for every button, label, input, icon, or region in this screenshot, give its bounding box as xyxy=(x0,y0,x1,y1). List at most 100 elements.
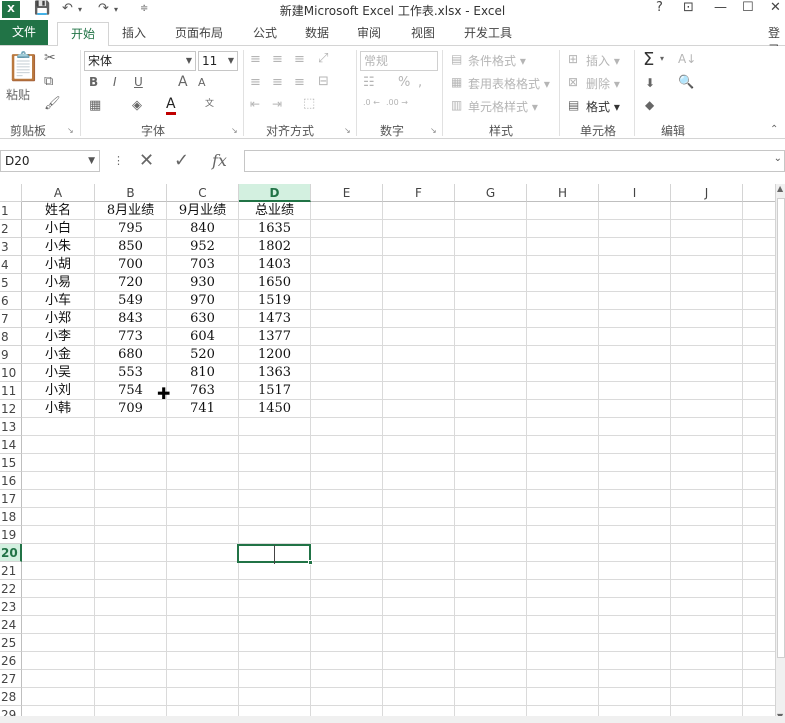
cell-j3[interactable] xyxy=(671,238,743,256)
cell-j14[interactable] xyxy=(671,436,743,454)
cell-g26[interactable] xyxy=(455,652,527,670)
tab-data[interactable]: 数据 xyxy=(305,24,329,41)
name-box[interactable]: D20 ▼ xyxy=(0,150,100,172)
tab-home[interactable]: 开始 xyxy=(57,22,109,47)
cell-a24[interactable] xyxy=(22,616,95,634)
cell-d19[interactable] xyxy=(239,526,311,544)
cell-h14[interactable] xyxy=(527,436,599,454)
cell-c4[interactable]: 703 xyxy=(167,256,239,274)
cell-h18[interactable] xyxy=(527,508,599,526)
cell-b2[interactable]: 795 xyxy=(95,220,167,238)
cell-c13[interactable] xyxy=(167,418,239,436)
cell-g9[interactable] xyxy=(455,346,527,364)
cell-b28[interactable] xyxy=(95,688,167,706)
row-header-13[interactable]: 13 xyxy=(0,418,22,436)
cell-h7[interactable] xyxy=(527,310,599,328)
close-button[interactable]: ✕ xyxy=(770,0,781,15)
cell-d25[interactable] xyxy=(239,634,311,652)
cell-e25[interactable] xyxy=(311,634,383,652)
cell-f5[interactable] xyxy=(383,274,455,292)
cell-a10[interactable]: 小吴 xyxy=(22,364,95,382)
cell-i13[interactable] xyxy=(599,418,671,436)
column-header-e[interactable]: E xyxy=(311,184,383,202)
row-header-10[interactable]: 10 xyxy=(0,364,22,382)
cell-f26[interactable] xyxy=(383,652,455,670)
cell-f2[interactable] xyxy=(383,220,455,238)
scroll-up-icon[interactable]: ▲ xyxy=(777,184,783,193)
cell-i2[interactable] xyxy=(599,220,671,238)
cell-c28[interactable] xyxy=(167,688,239,706)
cell-g12[interactable] xyxy=(455,400,527,418)
cell-e18[interactable] xyxy=(311,508,383,526)
row-header-9[interactable]: 9 xyxy=(0,346,22,364)
cell-h13[interactable] xyxy=(527,418,599,436)
align-center-icon[interactable]: ≡ xyxy=(272,75,283,90)
bold-button[interactable]: B xyxy=(89,75,98,89)
cell-f24[interactable] xyxy=(383,616,455,634)
cell-e21[interactable] xyxy=(311,562,383,580)
cell-d26[interactable] xyxy=(239,652,311,670)
clear-icon[interactable]: ◆ xyxy=(645,98,654,112)
row-header-27[interactable]: 27 xyxy=(0,670,22,688)
maximize-button[interactable]: ☐ xyxy=(742,0,754,15)
cell-i21[interactable] xyxy=(599,562,671,580)
cell-g19[interactable] xyxy=(455,526,527,544)
collapse-ribbon-icon[interactable]: ⌃ xyxy=(770,124,778,135)
cell-b5[interactable]: 720 xyxy=(95,274,167,292)
cell-b22[interactable] xyxy=(95,580,167,598)
formula-input[interactable]: ⌄ xyxy=(244,150,785,172)
cell-e14[interactable] xyxy=(311,436,383,454)
cell-k28[interactable] xyxy=(743,688,775,706)
cell-h12[interactable] xyxy=(527,400,599,418)
cell-j15[interactable] xyxy=(671,454,743,472)
cell-a28[interactable] xyxy=(22,688,95,706)
cell-d12[interactable]: 1450 xyxy=(239,400,311,418)
cell-g2[interactable] xyxy=(455,220,527,238)
cell-h11[interactable] xyxy=(527,382,599,400)
cell-i7[interactable] xyxy=(599,310,671,328)
cell-h4[interactable] xyxy=(527,256,599,274)
cell-e11[interactable] xyxy=(311,382,383,400)
cell-i8[interactable] xyxy=(599,328,671,346)
cell-g16[interactable] xyxy=(455,472,527,490)
minimize-button[interactable]: — xyxy=(714,0,727,15)
cell-a8[interactable]: 小李 xyxy=(22,328,95,346)
cell-k14[interactable] xyxy=(743,436,775,454)
cell-a2[interactable]: 小白 xyxy=(22,220,95,238)
paste-button[interactable]: 粘贴 xyxy=(6,86,30,103)
cell-h15[interactable] xyxy=(527,454,599,472)
number-format-select[interactable]: 常规 xyxy=(360,51,438,71)
cell-e12[interactable] xyxy=(311,400,383,418)
cell-e17[interactable] xyxy=(311,490,383,508)
expand-formula-icon[interactable]: ⌄ xyxy=(774,153,782,164)
cell-i26[interactable] xyxy=(599,652,671,670)
cell-a13[interactable] xyxy=(22,418,95,436)
cell-k12[interactable] xyxy=(743,400,775,418)
cell-b19[interactable] xyxy=(95,526,167,544)
cell-h21[interactable] xyxy=(527,562,599,580)
cell-i27[interactable] xyxy=(599,670,671,688)
cell-f16[interactable] xyxy=(383,472,455,490)
cell-h8[interactable] xyxy=(527,328,599,346)
cell-k19[interactable] xyxy=(743,526,775,544)
insert-cells-button[interactable]: 插入 ▾ xyxy=(586,52,620,69)
cell-k20[interactable] xyxy=(743,544,775,562)
cell-a15[interactable] xyxy=(22,454,95,472)
cell-h24[interactable] xyxy=(527,616,599,634)
cell-a25[interactable] xyxy=(22,634,95,652)
cell-k16[interactable] xyxy=(743,472,775,490)
cell-i14[interactable] xyxy=(599,436,671,454)
cell-j28[interactable] xyxy=(671,688,743,706)
cell-f4[interactable] xyxy=(383,256,455,274)
cell-g1[interactable] xyxy=(455,202,527,220)
cell-i23[interactable] xyxy=(599,598,671,616)
cell-b3[interactable]: 850 xyxy=(95,238,167,256)
cell-i20[interactable] xyxy=(599,544,671,562)
cell-f9[interactable] xyxy=(383,346,455,364)
cell-a23[interactable] xyxy=(22,598,95,616)
cell-k7[interactable] xyxy=(743,310,775,328)
cell-h2[interactable] xyxy=(527,220,599,238)
cell-a7[interactable]: 小郑 xyxy=(22,310,95,328)
cell-c6[interactable]: 970 xyxy=(167,292,239,310)
cell-h20[interactable] xyxy=(527,544,599,562)
